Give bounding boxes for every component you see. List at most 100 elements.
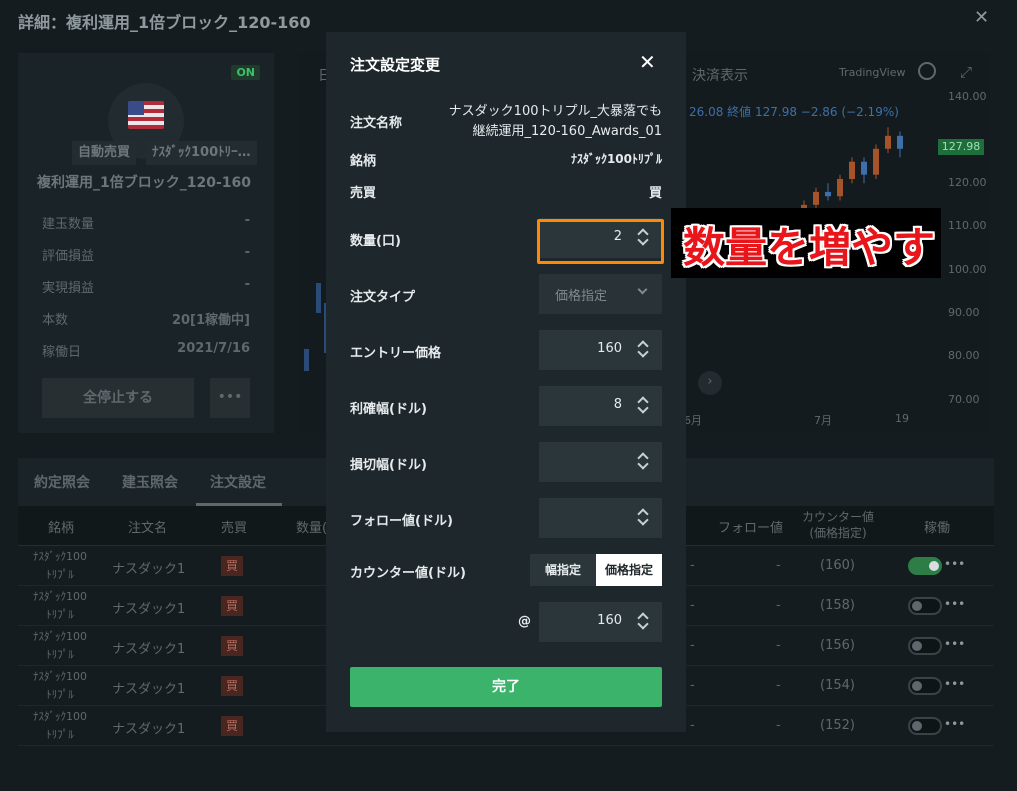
row-dash: - <box>776 638 781 653</box>
stat-label: 建玉数量 <box>42 217 95 232</box>
buy-badge: 買 <box>221 636 243 656</box>
close-icon[interactable]: ✕ <box>639 50 656 74</box>
col-follow: フォロー値 <box>718 521 784 536</box>
row-more-icon[interactable]: ••• <box>944 677 965 691</box>
row-more-icon[interactable]: ••• <box>944 557 965 571</box>
active-toggle[interactable] <box>908 677 942 695</box>
col-order-name: 注文名 <box>128 521 168 536</box>
y-tick-label: 70.00 <box>948 393 980 406</box>
row-dash: - <box>690 598 695 613</box>
us-flag-icon <box>128 101 164 129</box>
order-type-label: 注文タイプ <box>350 290 416 305</box>
spinner-icon[interactable] <box>637 611 650 633</box>
last-price-tag: 127.98 <box>938 139 984 155</box>
more-options-button[interactable]: ••• <box>210 378 250 418</box>
follow-label: フォロー値(ドル) <box>350 514 453 529</box>
row-symbol: ﾅｽﾀﾞｯｸ100 ﾄﾘﾌﾟﾙ <box>33 550 87 581</box>
order-name-value-line1: ナスダック100トリプル_大暴落でも <box>448 104 662 119</box>
strategy-name: 複利運用_1倍ブロック_120-160 <box>37 175 251 191</box>
close-icon[interactable]: ✕ <box>974 7 989 28</box>
strategy-card: ON 自動売買 ﾅｽﾀﾞｯｸ100ﾄﾘｰ… 複利運用_1倍ブロック_120-16… <box>18 53 274 433</box>
order-type-select: 価格指定 <box>539 274 662 314</box>
stat-value: 2021/7/16 <box>177 341 250 356</box>
row-symbol: ﾅｽﾀﾞｯｸ100 ﾄﾘﾌﾟﾙ <box>33 630 87 661</box>
row-dash: - <box>690 638 695 653</box>
quantity-label: 数量(口) <box>350 234 401 249</box>
take-profit-stepper[interactable]: 8 <box>539 386 662 426</box>
spinner-icon[interactable] <box>637 339 650 361</box>
stat-label: 実現損益 <box>42 281 95 296</box>
tag-auto-trade: 自動売買 <box>72 141 137 165</box>
row-dash: - <box>690 678 695 693</box>
row-order-name: ナスダック1 <box>112 682 186 697</box>
done-button[interactable]: 完了 <box>350 667 662 707</box>
buy-badge: 買 <box>221 556 243 576</box>
row-order-name: ナスダック1 <box>112 642 186 657</box>
candle-body <box>849 161 855 179</box>
counter-width-option[interactable]: 幅指定 <box>530 554 596 586</box>
callout-text: 数量を増やす <box>683 223 936 272</box>
row-more-icon[interactable]: ••• <box>944 717 965 731</box>
entry-price-label: エントリー価格 <box>350 346 442 361</box>
buy-badge: 買 <box>221 596 243 616</box>
row-order-name: ナスダック1 <box>112 562 186 577</box>
stat-value: 20[1稼働中] <box>171 313 250 328</box>
active-toggle[interactable] <box>908 637 942 655</box>
app-page: 詳細：複利運用_1倍ブロック_120-160 ✕ ON 自動売買 ﾅｽﾀﾞｯｸ1… <box>0 0 1017 791</box>
candle-body <box>304 349 309 371</box>
stop-loss-label: 損切幅(ドル) <box>350 458 427 473</box>
row-dash: - <box>776 558 781 573</box>
row-dash: - <box>690 718 695 733</box>
row-dash: - <box>776 678 781 693</box>
candle-body <box>861 161 867 175</box>
row-counter: (152) <box>820 718 855 733</box>
active-toggle[interactable] <box>908 557 942 575</box>
entry-price-stepper[interactable]: 160 <box>539 330 662 370</box>
entry-price-value: 160 <box>597 341 622 356</box>
spinner-icon[interactable] <box>637 507 650 529</box>
tab-order-settings[interactable]: 注文設定 <box>210 472 266 492</box>
x-tick-label: 19 <box>895 412 909 425</box>
spinner-icon[interactable] <box>637 451 650 473</box>
stop-all-button[interactable]: 全停止する <box>42 378 194 418</box>
stop-loss-stepper[interactable] <box>539 442 662 482</box>
y-tick-label: 140.00 <box>948 90 987 103</box>
candle-body <box>813 191 819 205</box>
order-name-label: 注文名称 <box>350 116 403 131</box>
order-type-value: 価格指定 <box>555 289 608 304</box>
counter-mode-toggle[interactable]: 幅指定 価格指定 <box>530 554 662 586</box>
chevron-down-icon <box>637 284 648 295</box>
symbol-value: ﾅｽﾀﾞｯｸ100ﾄﾘﾌﾟﾙ <box>570 152 662 166</box>
active-toggle[interactable] <box>908 597 942 615</box>
active-toggle[interactable] <box>908 717 942 735</box>
tab-positions[interactable]: 建玉照会 <box>122 472 178 492</box>
buy-badge: 買 <box>221 676 243 696</box>
spinner-icon[interactable] <box>637 395 650 417</box>
tab-executions[interactable]: 約定照会 <box>34 472 90 492</box>
candle-body <box>885 135 891 149</box>
row-counter: (158) <box>820 598 855 613</box>
order-edit-modal: 注文設定変更 ✕ 注文名称 ナスダック100トリプル_大暴落でも 継続運用_12… <box>326 32 686 732</box>
counter-price-option[interactable]: 価格指定 <box>596 554 662 586</box>
row-more-icon[interactable]: ••• <box>944 637 965 651</box>
counter-price-value: 160 <box>597 613 622 628</box>
candle-body <box>316 283 321 313</box>
x-tick-label: 6月 <box>684 414 702 427</box>
stat-value: - <box>244 245 250 260</box>
symbol-label: 銘柄 <box>350 154 377 169</box>
row-counter: (160) <box>820 558 855 573</box>
scroll-right-icon[interactable]: › <box>698 371 722 395</box>
counter-price-stepper[interactable]: 160 <box>539 602 662 642</box>
order-name-value-line2: 継続運用_120-160_Awards_01 <box>472 124 662 139</box>
stat-value: - <box>244 213 250 228</box>
candle-body <box>825 191 831 197</box>
row-symbol: ﾅｽﾀﾞｯｸ100 ﾄﾘﾌﾟﾙ <box>33 710 87 741</box>
follow-stepper[interactable] <box>539 498 662 538</box>
modal-title: 注文設定変更 <box>350 56 441 74</box>
row-counter: (154) <box>820 678 855 693</box>
buy-badge: 買 <box>221 716 243 736</box>
annotation-callout: 数量を増やす <box>671 208 941 278</box>
row-more-icon[interactable]: ••• <box>944 597 965 611</box>
candle-body <box>873 148 879 175</box>
stat-label: 本数 <box>42 313 69 328</box>
